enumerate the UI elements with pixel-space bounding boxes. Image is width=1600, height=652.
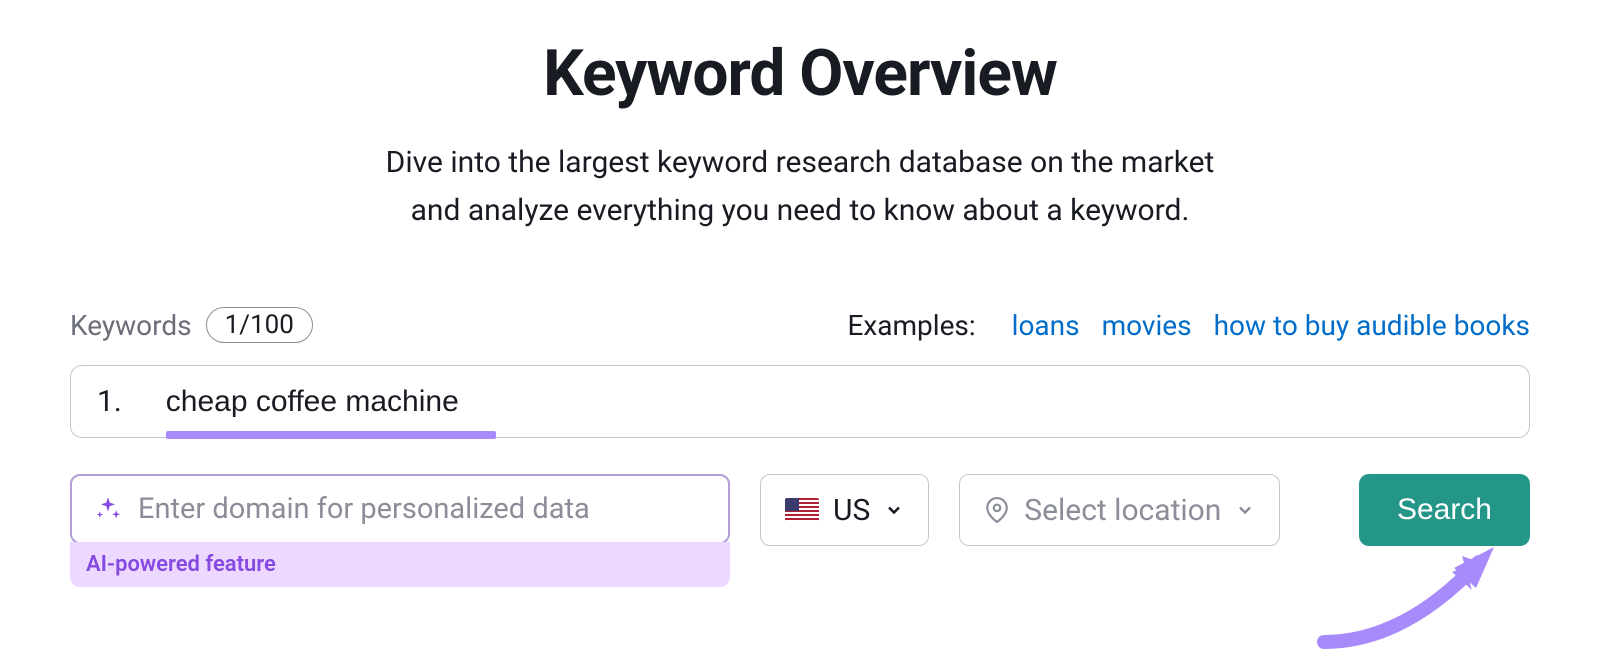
domain-block: Enter domain for personalized data AI-po… <box>70 474 730 587</box>
ai-feature-label: AI-powered feature <box>70 542 730 587</box>
chevron-down-icon <box>884 500 904 520</box>
keyword-input-row[interactable]: 1. <box>70 365 1530 438</box>
keyword-row-number: 1. <box>97 384 122 419</box>
example-link-audible[interactable]: how to buy audible books <box>1214 309 1530 342</box>
keywords-count-group: Keywords 1/100 <box>70 307 313 343</box>
examples-label: Examples: <box>847 309 975 342</box>
keywords-examples-group: Examples: loans movies how to buy audibl… <box>847 309 1530 342</box>
example-link-loans[interactable]: loans <box>1012 309 1080 342</box>
keywords-label: Keywords <box>70 309 192 342</box>
highlight-underline <box>166 431 496 439</box>
page-subtitle: Dive into the largest keyword research d… <box>70 139 1530 235</box>
keywords-count-badge: 1/100 <box>206 307 313 343</box>
sparkle-icon <box>94 495 122 523</box>
search-button[interactable]: Search <box>1359 474 1530 546</box>
example-link-movies[interactable]: movies <box>1102 309 1192 342</box>
domain-input[interactable]: Enter domain for personalized data <box>70 474 730 544</box>
chevron-down-icon <box>1235 500 1255 520</box>
country-code: US <box>833 493 870 528</box>
subtitle-line2: and analyze everything you need to know … <box>411 193 1190 228</box>
keywords-header-row: Keywords 1/100 Examples: loans movies ho… <box>70 307 1530 343</box>
location-pin-icon <box>984 497 1010 523</box>
country-select[interactable]: US <box>760 474 929 546</box>
us-flag-icon <box>785 498 819 522</box>
page-title: Keyword Overview <box>70 36 1530 111</box>
location-select[interactable]: Select location <box>959 474 1280 546</box>
keyword-input[interactable] <box>166 385 1266 419</box>
location-placeholder: Select location <box>1024 493 1221 528</box>
controls-row: Enter domain for personalized data AI-po… <box>70 474 1530 587</box>
subtitle-line1: Dive into the largest keyword research d… <box>386 145 1215 180</box>
domain-placeholder: Enter domain for personalized data <box>138 492 590 526</box>
